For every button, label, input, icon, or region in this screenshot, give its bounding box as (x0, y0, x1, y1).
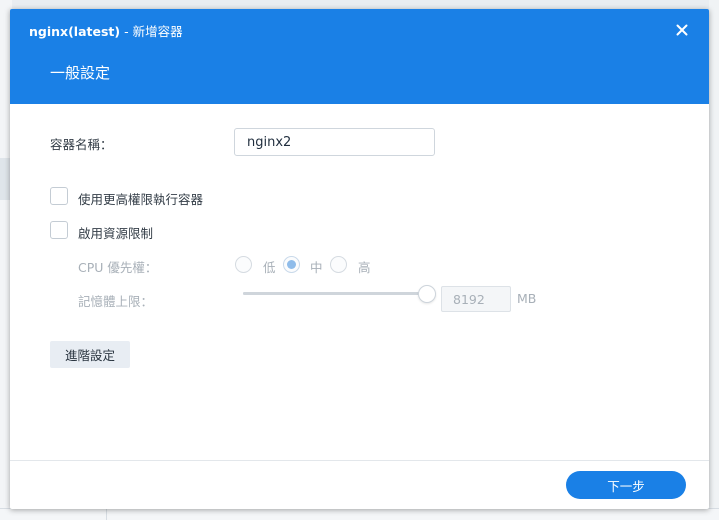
background-app-right (709, 0, 719, 520)
container-name-value: nginx2 (247, 134, 292, 150)
cpu-priority-high-label: 高 (358, 260, 371, 275)
cpu-priority-high-radio[interactable] (330, 256, 347, 273)
footer-divider (10, 460, 709, 461)
memory-slider-fill (243, 292, 427, 295)
cpu-priority-medium-radio[interactable] (283, 256, 300, 273)
close-button[interactable] (672, 20, 692, 40)
memory-unit-label: MB (517, 291, 537, 306)
dialog-title-app: nginx(latest) (29, 24, 121, 39)
cpu-priority-label: CPU 優先權： (78, 260, 158, 275)
dialog-title-text: 新增容器 (132, 24, 183, 39)
memory-slider-track[interactable] (243, 292, 427, 295)
dialog-title-separator: - (124, 24, 129, 39)
create-container-dialog: nginx(latest) - 新增容器 一般設定 容器名稱： nginx2 使用更… (10, 9, 709, 509)
close-icon (676, 24, 688, 36)
dialog-title: nginx(latest) - 新增容器 (29, 21, 183, 39)
next-button-label: 下一步 (607, 478, 645, 494)
cpu-priority-low-label: 低 (263, 260, 276, 275)
background-app-bottom (0, 508, 719, 520)
memory-limit-input[interactable]: 8192 (441, 286, 511, 312)
dialog-header: nginx(latest) - 新增容器 一般設定 (10, 9, 709, 104)
resource-limit-label[interactable]: 啟用資源限制 (78, 223, 153, 242)
privileged-label[interactable]: 使用更高權限執行容器 (78, 189, 203, 208)
memory-limit-label: 記憶體上限： (78, 294, 154, 309)
section-title: 一般設定 (50, 64, 111, 82)
memory-slider-thumb[interactable] (418, 285, 436, 303)
next-button[interactable]: 下一步 (566, 471, 686, 499)
cpu-priority-low-radio[interactable] (235, 256, 252, 273)
cpu-priority-medium-label: 中 (310, 260, 323, 275)
container-name-label: 容器名稱： (50, 137, 113, 152)
resource-limit-checkbox[interactable] (50, 221, 68, 239)
background-app-divider (106, 508, 107, 520)
advanced-settings-button[interactable]: 進階設定 (50, 341, 130, 368)
container-name-input[interactable]: nginx2 (234, 128, 435, 156)
memory-limit-value: 8192 (453, 291, 485, 307)
privileged-checkbox[interactable] (50, 187, 68, 205)
advanced-settings-label: 進階設定 (64, 348, 115, 363)
